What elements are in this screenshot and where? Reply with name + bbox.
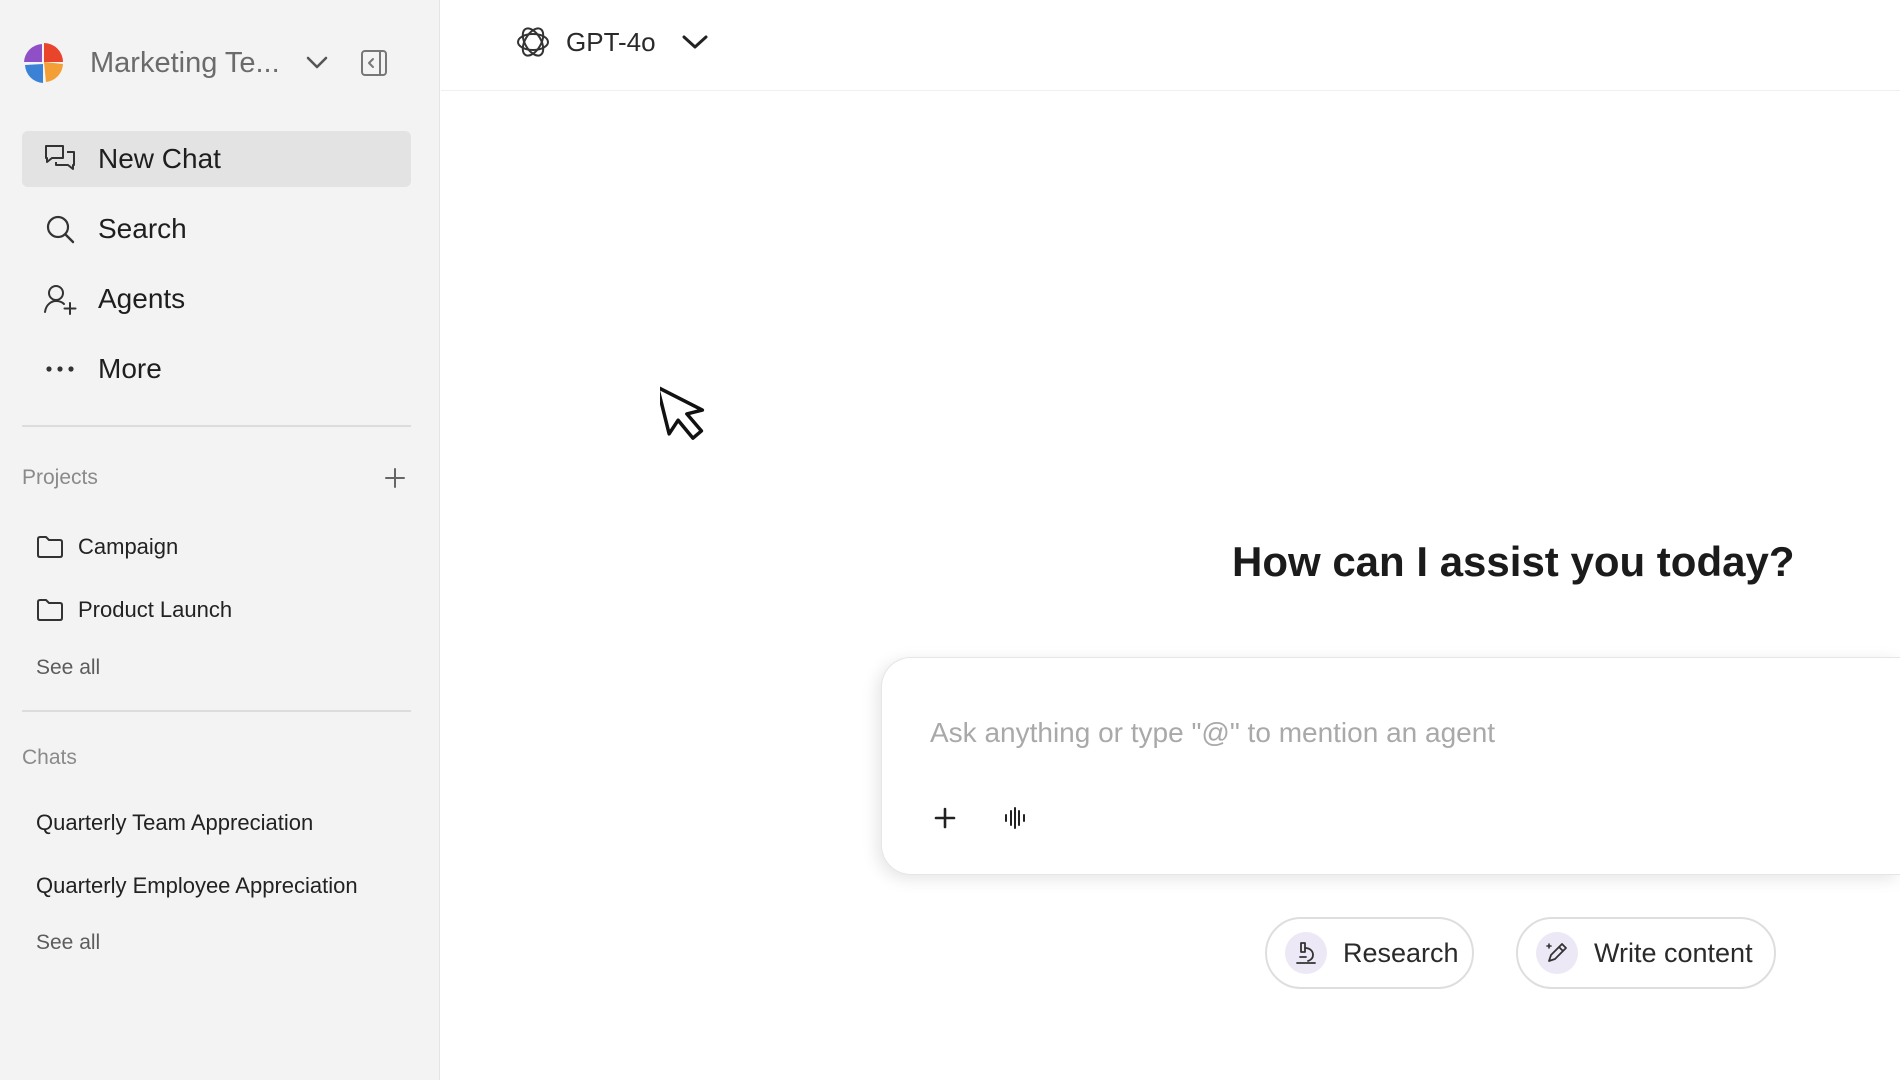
chats-header: Chats: [22, 740, 411, 776]
audio-waveform-icon: [1005, 807, 1025, 829]
agents-icon: [42, 281, 78, 317]
microscope-icon: [1285, 932, 1327, 974]
greeting-heading: How can I assist you today?: [1232, 538, 1795, 585]
sidebar: Marketing Te... New Chat Search Agents M…: [0, 0, 440, 1080]
project-item-product-launch[interactable]: Product Launch: [36, 590, 232, 630]
folder-icon: [36, 596, 64, 624]
workspace-name[interactable]: Marketing Te...: [90, 47, 286, 80]
magic-pen-icon: [1536, 932, 1578, 974]
agents-label: Agents: [98, 283, 186, 314]
chevron-down-icon: [682, 27, 712, 57]
model-name: GPT-4o: [566, 26, 656, 57]
voice-input-button[interactable]: [995, 798, 1035, 838]
more-label: More: [98, 353, 162, 384]
write-content-chip[interactable]: Write content: [1516, 917, 1776, 989]
workspace-logo: [24, 43, 63, 83]
projects-title: Projects: [22, 466, 98, 489]
chats-title: Chats: [22, 746, 77, 769]
search-icon: [42, 211, 78, 247]
more-icon: [42, 351, 78, 387]
projects-see-all-link[interactable]: See all: [36, 656, 100, 680]
chevron-down-icon[interactable]: [302, 48, 332, 78]
sidebar-divider: [22, 425, 411, 427]
chat-input[interactable]: [930, 713, 1830, 753]
folder-icon: [36, 533, 64, 561]
mouse-cursor-icon: [660, 385, 705, 440]
more-button[interactable]: More: [22, 341, 411, 397]
openai-logo-icon: [517, 27, 549, 57]
chat-composer: [881, 657, 1900, 875]
topbar: GPT-4o: [441, 0, 1900, 91]
sidebar-nav: New Chat Search Agents More: [22, 131, 411, 411]
research-label: Research: [1343, 937, 1459, 968]
add-attachment-button[interactable]: [925, 798, 965, 838]
sidebar-divider: [22, 710, 411, 712]
chat-item[interactable]: Quarterly Employee Appreciation: [36, 873, 358, 899]
projects-header: Projects: [22, 460, 411, 496]
agents-button[interactable]: Agents: [22, 271, 411, 327]
search-button[interactable]: Search: [22, 201, 411, 257]
app-window: Marketing Te... New Chat Search Agents M…: [0, 0, 1900, 1080]
plus-icon: [934, 807, 956, 829]
sidebar-collapse-icon[interactable]: [356, 45, 392, 81]
new-chat-icon: [42, 141, 78, 177]
chat-item[interactable]: Quarterly Team Appreciation: [36, 810, 313, 836]
project-label: Product Launch: [78, 597, 233, 622]
chats-see-all-link[interactable]: See all: [36, 931, 100, 955]
write-content-label: Write content: [1594, 937, 1753, 968]
project-item-campaign[interactable]: Campaign: [36, 527, 178, 567]
add-project-icon[interactable]: [379, 462, 411, 494]
model-selector[interactable]: GPT-4o: [514, 20, 712, 64]
new-chat-label: New Chat: [98, 143, 221, 174]
research-chip[interactable]: Research: [1265, 917, 1474, 989]
search-label: Search: [98, 213, 187, 244]
project-label: Campaign: [78, 534, 179, 559]
workspace-header: Marketing Te...: [22, 38, 418, 88]
new-chat-button[interactable]: New Chat: [22, 131, 411, 187]
